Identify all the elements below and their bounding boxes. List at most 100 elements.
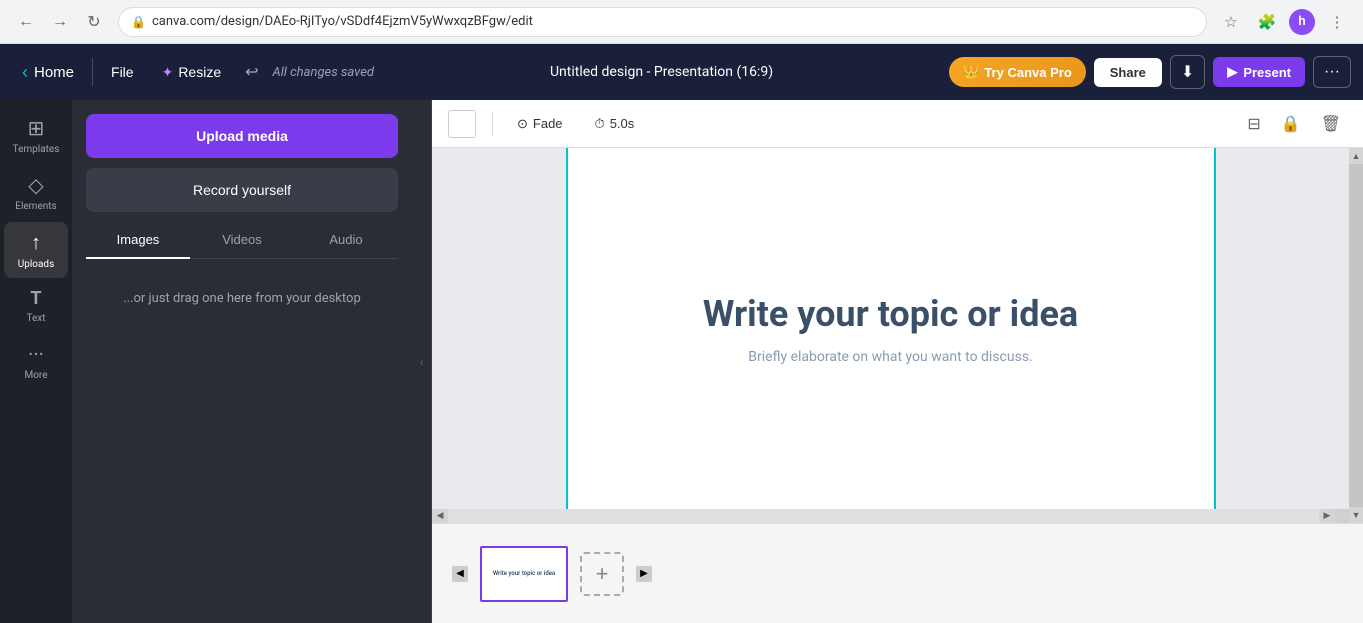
vertical-scrollbar[interactable]: ▲ ▼	[1349, 148, 1363, 523]
fade-label: Fade	[533, 116, 563, 131]
thumbnail-scroll-left[interactable]: ◀	[452, 566, 468, 582]
delete-tool-button[interactable]: 🗑	[1315, 110, 1347, 138]
file-button[interactable]: File	[101, 58, 144, 86]
browser-actions: ☆ 🧩 h ⋮	[1217, 8, 1351, 36]
more-options-button[interactable]: ···	[1313, 56, 1351, 88]
resize-icon: ✦	[162, 64, 174, 81]
templates-icon: ⊞	[28, 116, 45, 140]
sidebar-item-uploads[interactable]: ↑ Uploads	[4, 222, 68, 278]
slide-canvas-wrapper[interactable]: Write your topic or idea Briefly elabora…	[432, 148, 1349, 509]
sidebar-item-text-label: Text	[26, 313, 45, 324]
sidebar-item-templates-label: Templates	[13, 144, 60, 155]
user-avatar[interactable]: h	[1289, 9, 1315, 35]
lock-icon: 🔒	[131, 15, 146, 29]
forward-button[interactable]: →	[46, 8, 74, 36]
resize-button[interactable]: ✦ Resize	[152, 58, 232, 87]
star-button[interactable]: ☆	[1217, 8, 1245, 36]
sidebar-item-uploads-label: Uploads	[18, 259, 54, 270]
elements-icon: ◇	[28, 173, 43, 197]
home-label: Home	[34, 64, 74, 81]
sidebar-item-more-label: More	[24, 370, 47, 381]
scroll-up-button[interactable]: ▲	[1349, 148, 1363, 164]
tab-audio[interactable]: Audio	[294, 222, 398, 259]
download-icon: ⬇	[1181, 62, 1194, 82]
all-changes-saved-text: All changes saved	[273, 65, 374, 80]
fade-icon: ⊙	[517, 116, 528, 132]
extension-button[interactable]: 🧩	[1253, 8, 1281, 36]
sidebar-icons: ⊞ Templates ◇ Elements ↑ Uploads T Text …	[0, 100, 72, 623]
bottom-thumbnail-area: ◀ Write your topic or idea + ▶	[432, 523, 1363, 623]
scroll-corner	[1335, 509, 1349, 523]
thumbnail-scroll-right[interactable]: ▶	[636, 566, 652, 582]
duration-icon: ⏱	[595, 116, 605, 132]
collapse-icon: ‹	[420, 355, 424, 369]
slide-thumbnail-1[interactable]: Write your topic or idea	[480, 546, 568, 602]
slide-color-box[interactable]	[448, 110, 476, 138]
toolbar-right: ⊟ 🔒 🗑	[1241, 110, 1347, 138]
horizontal-scrollbar[interactable]: ◀ ▶	[432, 509, 1349, 523]
more-icon: ···	[28, 342, 44, 366]
design-title: Untitled design - Presentation (16:9)	[550, 64, 773, 80]
browser-more-button[interactable]: ⋮	[1323, 8, 1351, 36]
scroll-down-button[interactable]: ▼	[1349, 507, 1363, 523]
try-pro-label: Try Canva Pro	[984, 65, 1071, 80]
sidebar-item-elements[interactable]: ◇ Elements	[4, 165, 68, 220]
text-icon: T	[30, 288, 41, 309]
url-text: canva.com/design/DAEo-RjITyo/vSDdf4EjzmV…	[152, 14, 533, 29]
canva-topbar: ‹ Home File ✦ Resize ↩ All changes saved…	[0, 44, 1363, 100]
home-button[interactable]: ‹ Home	[12, 56, 84, 89]
try-canva-pro-button[interactable]: 👑 Try Canva Pro	[949, 57, 1086, 87]
download-button[interactable]: ⬇	[1170, 55, 1205, 89]
v-scroll-thumb[interactable]	[1349, 164, 1363, 507]
sidebar-item-text[interactable]: T Text	[4, 280, 68, 332]
delete-icon: 🗑	[1321, 116, 1341, 133]
fade-button[interactable]: ⊙ Fade	[509, 112, 571, 136]
slide-thumbnail-1-text: Write your topic or idea	[489, 566, 559, 581]
duration-button[interactable]: ⏱ 5.0s	[587, 112, 643, 136]
tab-images[interactable]: Images	[86, 222, 190, 259]
topbar-center: Untitled design - Presentation (16:9)	[382, 64, 941, 80]
scroll-right-button[interactable]: ▶	[1319, 509, 1335, 523]
media-tabs: Images Videos Audio	[86, 222, 398, 259]
lock-icon: 🔒	[1281, 116, 1301, 133]
present-icon: ▶	[1227, 64, 1237, 80]
slide-subtitle[interactable]: Briefly elaborate on what you want to di…	[748, 349, 1033, 365]
add-slide-button[interactable]: +	[580, 552, 624, 596]
uploads-icon: ↑	[31, 230, 41, 255]
present-label: Present	[1243, 65, 1291, 80]
refresh-button[interactable]: ↻	[80, 8, 108, 36]
panel-collapse-toggle[interactable]: ‹	[412, 100, 432, 623]
main-layout: ⊞ Templates ◇ Elements ↑ Uploads T Text …	[0, 100, 1363, 623]
resize-label: Resize	[178, 64, 221, 80]
layout-icon: ⊟	[1247, 116, 1260, 133]
tab-videos[interactable]: Videos	[190, 222, 294, 259]
toolbar-separator	[492, 112, 493, 136]
sidebar-item-templates[interactable]: ⊞ Templates	[4, 108, 68, 163]
lock-tool-button[interactable]: 🔒	[1275, 110, 1307, 138]
upload-panel: Upload media Record yourself Images Vide…	[72, 100, 412, 623]
canvas-toolbar: ⊙ Fade ⏱ 5.0s ⊟ 🔒 🗑	[432, 100, 1363, 148]
browser-bar: ← → ↻ 🔒 canva.com/design/DAEo-RjITyo/vSD…	[0, 0, 1363, 44]
canvas-area: ⊙ Fade ⏱ 5.0s ⊟ 🔒 🗑	[432, 100, 1363, 623]
share-button[interactable]: Share	[1094, 58, 1162, 87]
back-button[interactable]: ←	[12, 8, 40, 36]
slide-canvas[interactable]: Write your topic or idea Briefly elabora…	[566, 148, 1216, 509]
sidebar-item-elements-label: Elements	[15, 201, 56, 212]
upload-media-button[interactable]: Upload media	[86, 114, 398, 158]
present-button[interactable]: ▶ Present	[1213, 57, 1305, 87]
slide-title[interactable]: Write your topic or idea	[703, 293, 1078, 335]
sidebar-item-more[interactable]: ··· More	[4, 334, 68, 389]
undo-button[interactable]: ↩	[239, 56, 264, 88]
crown-icon: 👑	[963, 64, 979, 80]
home-chevron-icon: ‹	[22, 62, 28, 83]
canvas-with-scroll: Write your topic or idea Briefly elabora…	[432, 148, 1363, 523]
duration-value: 5.0s	[610, 116, 635, 131]
layout-tool-button[interactable]: ⊟	[1241, 110, 1266, 138]
record-yourself-button[interactable]: Record yourself	[86, 168, 398, 212]
topbar-divider	[92, 58, 93, 86]
address-bar[interactable]: 🔒 canva.com/design/DAEo-RjITyo/vSDdf4Ejz…	[118, 7, 1207, 37]
drag-hint-text: ...or just drag one here from your deskt…	[86, 269, 398, 329]
browser-nav-buttons: ← → ↻	[12, 8, 108, 36]
topbar-right: 👑 Try Canva Pro Share ⬇ ▶ Present ···	[949, 55, 1351, 89]
scroll-left-button[interactable]: ◀	[432, 509, 448, 523]
